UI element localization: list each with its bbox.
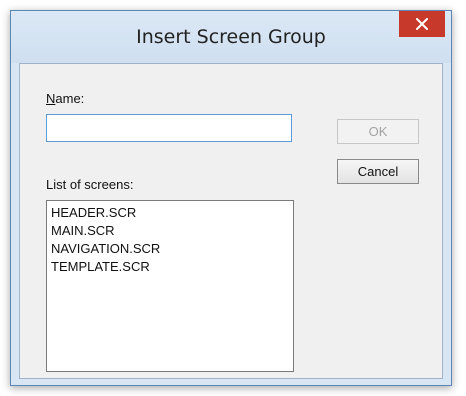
dialog-body: Name: OK Cancel List of screens: HEADER.…: [19, 63, 443, 379]
screens-listbox[interactable]: HEADER.SCR MAIN.SCR NAVIGATION.SCR TEMPL…: [46, 200, 294, 372]
name-label: Name:: [46, 91, 85, 106]
list-of-screens-label: List of screens:: [46, 177, 134, 192]
title-bar[interactable]: Insert Screen Group: [11, 11, 451, 63]
dialog-title: Insert Screen Group: [136, 26, 326, 48]
close-button[interactable]: [399, 11, 445, 37]
close-icon: [416, 18, 428, 30]
insert-screen-group-dialog: Insert Screen Group Name: OK Cancel List…: [10, 10, 452, 386]
list-item[interactable]: NAVIGATION.SCR: [50, 240, 290, 258]
cancel-button[interactable]: Cancel: [337, 159, 419, 184]
name-input[interactable]: [46, 114, 292, 142]
ok-button[interactable]: OK: [337, 119, 419, 144]
list-item[interactable]: TEMPLATE.SCR: [50, 258, 290, 276]
list-item[interactable]: HEADER.SCR: [50, 204, 290, 222]
list-item[interactable]: MAIN.SCR: [50, 222, 290, 240]
